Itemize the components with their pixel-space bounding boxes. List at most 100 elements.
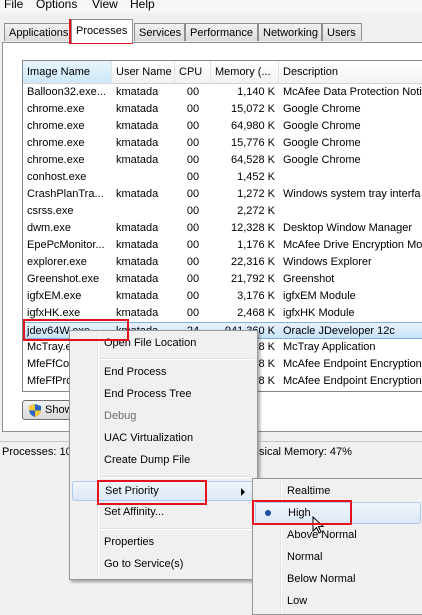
table-cell: Oracle JDeveloper 12c [283,325,395,337]
table-cell: McAfee Endpoint Encryption [283,375,422,387]
table-cell: 1,140 K [237,86,275,98]
table-cell: Google Chrome [283,154,361,166]
menu-item-label: End Process [104,366,167,378]
menu-separator [100,358,254,360]
table-cell: 2,468 K [237,307,275,319]
column-user-name[interactable]: User Name [112,61,175,83]
table-cell: Greenshot [283,273,335,285]
tab-applications[interactable]: Applications [4,23,72,41]
table-cell: 21,792 K [230,273,275,285]
table-cell [112,169,175,186]
table-cell: 1,452 K [237,171,275,183]
table-cell: explorer.exe [27,256,87,268]
menu-view[interactable]: View [92,0,118,11]
menu-item-properties[interactable]: Properties [72,532,255,552]
menu-file[interactable]: File [4,0,23,11]
table-cell: 15,776 K [230,137,275,149]
menu-item-set-affinity[interactable]: Set Affinity... [72,502,255,522]
table-row[interactable]: conhost.exe 00 1,452 K [23,169,422,186]
table-row[interactable]: chrome.exe kmatada 00 64,980 K Google Chrome [23,118,422,135]
table-cell: 1,272 K [237,188,275,200]
table-row[interactable]: CrashPlanTra... kmatada 00 1,272 K Windows s… [23,186,422,203]
show-processes-all-users-button[interactable]: Show [22,400,74,420]
table-cell: 00 [186,273,200,285]
tab-performance[interactable]: Performance [185,23,258,41]
table-cell: 00 [186,120,200,132]
table-row[interactable]: dwm.exe kmatada 00 12,328 K Desktop Window M… [23,220,422,237]
table-row[interactable]: Balloon32.exe... kmatada 00 1,140 K McAfee D… [23,84,422,101]
radio-dot-icon [265,510,271,516]
table-row[interactable]: igfxHK.exe kmatada 00 2,468 K igfxHK Module [23,305,422,322]
table-cell: McAfee Data Protection Notif [283,86,422,98]
priority-low[interactable]: Low [255,590,421,612]
table-cell: chrome.exe [27,154,85,166]
table-row[interactable]: explorer.exe kmatada 00 22,316 K Windows Exp… [23,254,422,271]
table-cell: 00 [186,171,200,183]
table-cell [279,203,422,220]
menu-bar: File Options View Help [0,0,422,13]
table-cell: 00 [186,154,200,166]
status-memory: sical Memory: 47% [259,446,352,458]
table-row[interactable]: chrome.exe kmatada 00 64,528 K Google Chrome [23,152,422,169]
priority-normal[interactable]: Normal [255,546,421,568]
table-row[interactable]: igfxEM.exe kmatada 00 3,176 K igfxEM Module [23,288,422,305]
menu-options[interactable]: Options [36,0,77,11]
table-row[interactable]: csrss.exe 00 2,272 K [23,203,422,220]
table-cell: Windows Explorer [283,256,372,268]
table-cell: kmatada [116,273,159,285]
menu-item-uac-virtualization[interactable]: UAC Virtualization [72,428,255,448]
context-menu: Open File Location End Process End Proce… [69,330,258,580]
table-cell: 12,328 K [230,222,275,234]
table-cell [112,203,175,220]
menu-item-label: End Process Tree [104,388,192,400]
table-cell: kmatada [116,103,159,115]
table-cell: kmatada [116,307,159,319]
column-image-name[interactable]: Image Name [23,61,112,83]
table-cell: 64,980 K [230,120,275,132]
menu-item-create-dump-file[interactable]: Create Dump File [72,450,255,470]
tab-services[interactable]: Services [134,23,185,41]
menu-item-label: Set Priority [105,485,159,497]
tab-processes[interactable]: Processes [71,19,133,43]
tab-networking[interactable]: Networking [258,23,322,41]
menu-item-end-process-tree[interactable]: End Process Tree [72,384,255,404]
table-row[interactable]: Greenshot.exe kmatada 00 21,792 K Greenshot [23,271,422,288]
menu-item-set-priority[interactable]: Set Priority [72,481,255,501]
column-description[interactable]: Description [279,61,422,83]
table-cell: 00 [186,188,200,200]
menu-separator [100,476,254,478]
table-cell: 64,528 K [230,154,275,166]
priority-high[interactable]: High [255,502,421,524]
table-cell: 00 [186,307,200,319]
priority-realtime[interactable]: Realtime [255,480,421,502]
menu-item-label: UAC Virtualization [104,432,194,444]
menu-item-open-file-location[interactable]: Open File Location [72,333,255,353]
table-cell: kmatada [116,188,159,200]
column-cpu[interactable]: CPU [175,61,211,83]
menu-item-label: Create Dump File [104,454,191,466]
table-cell: chrome.exe [27,103,85,115]
tab-users[interactable]: Users [322,23,362,41]
priority-above-normal[interactable]: Above Normal [255,524,421,546]
table-cell: kmatada [116,256,159,268]
menu-item-label: Realtime [287,485,331,497]
menu-item-label: Below Normal [287,573,356,585]
table-row[interactable]: chrome.exe kmatada 00 15,072 K Google Chrome [23,101,422,118]
tab-strip: Applications Processes Services Performa… [0,19,422,43]
submenu-arrow-icon [241,488,245,496]
table-cell: CrashPlanTra... [27,188,104,200]
table-cell: 00 [186,239,200,251]
table-row[interactable]: chrome.exe kmatada 00 15,776 K Google Chrome [23,135,422,152]
table-cell: kmatada [116,290,159,302]
priority-below-normal[interactable]: Below Normal [255,568,421,590]
menu-help[interactable]: Help [130,0,155,11]
column-memory[interactable]: Memory (... [211,61,279,83]
menu-item-label: Normal [287,551,323,563]
menu-item-go-to-services[interactable]: Go to Service(s) [72,554,255,574]
process-list-header: Image Name User Name CPU Memory (... Des… [23,61,422,84]
table-cell: EpePcMonitor... [27,239,105,251]
table-cell: Greenshot.exe [27,273,100,285]
table-cell: 15,072 K [230,103,275,115]
menu-item-end-process[interactable]: End Process [72,362,255,382]
table-row[interactable]: EpePcMonitor... kmatada 00 1,176 K McAfee Dr… [23,237,422,254]
